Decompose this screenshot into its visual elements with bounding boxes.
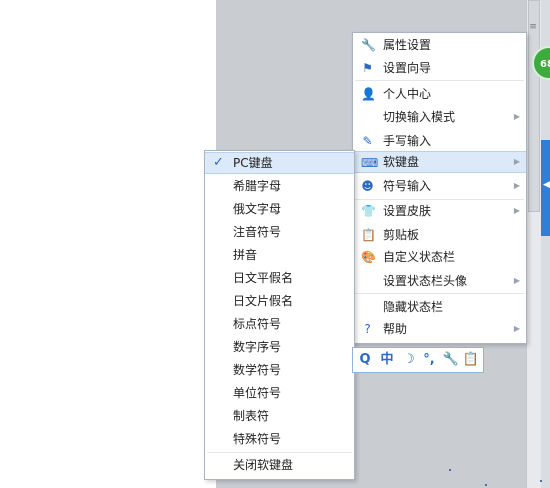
menu-item-label: 隐藏状态栏 bbox=[383, 300, 444, 314]
punctuation-icon[interactable]: °, bbox=[420, 350, 438, 370]
clipboard-icon: 📋 bbox=[361, 228, 376, 242]
help-icon: ? bbox=[364, 322, 371, 336]
ime-context-menu: 🔧 属性设置 ⚑ 设置向导 👤 个人中心切换输入模式 ▶ ✎ 手写输入 ⌨ 软键盘 ▶ ☻ 符号输入 ▶ 👕 设… bbox=[352, 32, 527, 344]
menu-item[interactable]: 📋 剪贴板 bbox=[353, 224, 526, 246]
menu-item-label: 剪贴板 bbox=[383, 228, 420, 242]
menu-item-label: 帮助 bbox=[383, 322, 408, 336]
submenu-item-label: PC键盘 bbox=[233, 156, 273, 170]
close-soft-keyboard-item[interactable]: 关闭软键盘 bbox=[205, 454, 354, 476]
menu-item-label: 属性设置 bbox=[383, 38, 432, 52]
pen-icon: ✎ bbox=[362, 134, 373, 148]
menu-item-label: 软键盘 bbox=[383, 155, 420, 169]
menu-item[interactable]: ☻ 符号输入 ▶ bbox=[353, 175, 526, 197]
menu-item-label: 自定义状态栏 bbox=[383, 250, 456, 264]
menu-item[interactable]: 切换输入模式 ▶ bbox=[353, 106, 526, 128]
submenu-item[interactable]: 俄文字母 bbox=[205, 198, 354, 220]
smiley-icon: ☻ bbox=[361, 179, 374, 193]
chevron-left-icon: ◀ bbox=[543, 180, 550, 190]
submenu-item-label: 关闭软键盘 bbox=[233, 458, 294, 472]
decorative-dot bbox=[449, 469, 451, 471]
keyboard-icon: ⌨ bbox=[361, 156, 379, 170]
submenu-item-label: 注音符号 bbox=[233, 225, 282, 239]
submenu-item[interactable]: 单位符号 bbox=[205, 382, 354, 404]
menu-item[interactable]: 🔧 属性设置 bbox=[353, 34, 526, 56]
submenu-item[interactable]: 标点符号 bbox=[205, 313, 354, 335]
submenu-item-label: 拼音 bbox=[233, 248, 258, 262]
menu-item-label: 手写输入 bbox=[383, 134, 432, 148]
soft-keyboard-submenu: ✓ PC键盘希腊字母俄文字母注音符号拼音日文平假名日文片假名标点符号数字序号数学符… bbox=[204, 150, 355, 480]
chevron-right-icon: ▶ bbox=[513, 206, 520, 215]
ime-status-bar: Q 中 ☽ °, 🔧 📋 bbox=[352, 347, 484, 373]
submenu-item[interactable]: 拼音 bbox=[205, 244, 354, 266]
submenu-item-label: 希腊字母 bbox=[233, 179, 282, 193]
chevron-right-icon: ▶ bbox=[513, 276, 520, 285]
submenu-item-label: 数学符号 bbox=[233, 363, 282, 377]
checkmark-icon: ✓ bbox=[213, 155, 224, 170]
submenu-item[interactable]: 特殊符号 bbox=[205, 428, 354, 450]
grip-icon: ≡ bbox=[529, 22, 537, 32]
ime-logo-icon[interactable]: Q bbox=[356, 350, 374, 370]
menu-item-label: 个人中心 bbox=[383, 87, 432, 101]
submenu-item-label: 俄文字母 bbox=[233, 202, 282, 216]
submenu-item[interactable]: 注音符号 bbox=[205, 221, 354, 243]
submenu-item-label: 日文片假名 bbox=[233, 294, 294, 308]
menu-item[interactable]: 设置状态栏头像 ▶ bbox=[353, 270, 526, 292]
submenu-item[interactable]: 希腊字母 bbox=[205, 175, 354, 197]
submenu-item[interactable]: ✓ PC键盘 bbox=[205, 152, 354, 174]
decorative-dot bbox=[485, 484, 487, 486]
menu-item-label: 设置皮肤 bbox=[383, 204, 432, 218]
submenu-item[interactable]: 数学符号 bbox=[205, 359, 354, 381]
submenu-item[interactable]: 数字序号 bbox=[205, 336, 354, 358]
submenu-item-label: 制表符 bbox=[233, 409, 270, 423]
submenu-item[interactable]: 日文片假名 bbox=[205, 290, 354, 312]
menu-item-label: 切换输入模式 bbox=[383, 110, 456, 124]
menu-item[interactable]: ⌨ 软键盘 ▶ bbox=[353, 151, 526, 173]
menu-item[interactable]: 🎨 自定义状态栏 bbox=[353, 246, 526, 268]
clipboard-icon[interactable]: 📋 bbox=[462, 350, 480, 370]
palette-icon: 🎨 bbox=[361, 250, 376, 264]
decorative-dot bbox=[540, 480, 542, 482]
menu-item-label: 符号输入 bbox=[383, 179, 432, 193]
menu-item[interactable]: ⚑ 设置向导 bbox=[353, 57, 526, 79]
menu-item-label: 设置向导 bbox=[383, 61, 432, 75]
submenu-item[interactable]: 日文平假名 bbox=[205, 267, 354, 289]
submenu-item-label: 标点符号 bbox=[233, 317, 282, 331]
menu-item[interactable]: ✎ 手写输入 bbox=[353, 130, 526, 152]
menu-item[interactable]: ? 帮助 ▶ bbox=[353, 318, 526, 340]
menu-item[interactable]: 👕 设置皮肤 ▶ bbox=[353, 200, 526, 222]
flag-icon: ⚑ bbox=[362, 61, 373, 75]
menu-item[interactable]: 隐藏状态栏 bbox=[353, 296, 526, 318]
submenu-item-label: 日文平假名 bbox=[233, 271, 294, 285]
chevron-right-icon: ▶ bbox=[513, 112, 520, 121]
menu-item-label: 设置状态栏头像 bbox=[383, 274, 468, 288]
menu-item[interactable]: 👤 个人中心 bbox=[353, 83, 526, 105]
shirt-icon: 👕 bbox=[361, 204, 376, 218]
wrench-icon[interactable]: 🔧 bbox=[442, 350, 460, 370]
submenu-item-label: 单位符号 bbox=[233, 386, 282, 400]
wrench-icon: 🔧 bbox=[361, 38, 376, 52]
chevron-right-icon: ▶ bbox=[513, 324, 520, 333]
chinese-mode-icon[interactable]: 中 bbox=[378, 350, 396, 370]
submenu-item[interactable]: 制表符 bbox=[205, 405, 354, 427]
submenu-item-label: 数字序号 bbox=[233, 340, 282, 354]
half-width-moon-icon[interactable]: ☽ bbox=[400, 350, 418, 370]
menu-separator bbox=[207, 452, 352, 453]
chevron-right-icon: ▶ bbox=[513, 181, 520, 190]
menu-separator bbox=[355, 80, 524, 81]
chevron-right-icon: ▶ bbox=[513, 157, 520, 166]
menu-separator bbox=[355, 293, 524, 294]
person-icon: 👤 bbox=[361, 87, 376, 101]
submenu-item-label: 特殊符号 bbox=[233, 432, 282, 446]
